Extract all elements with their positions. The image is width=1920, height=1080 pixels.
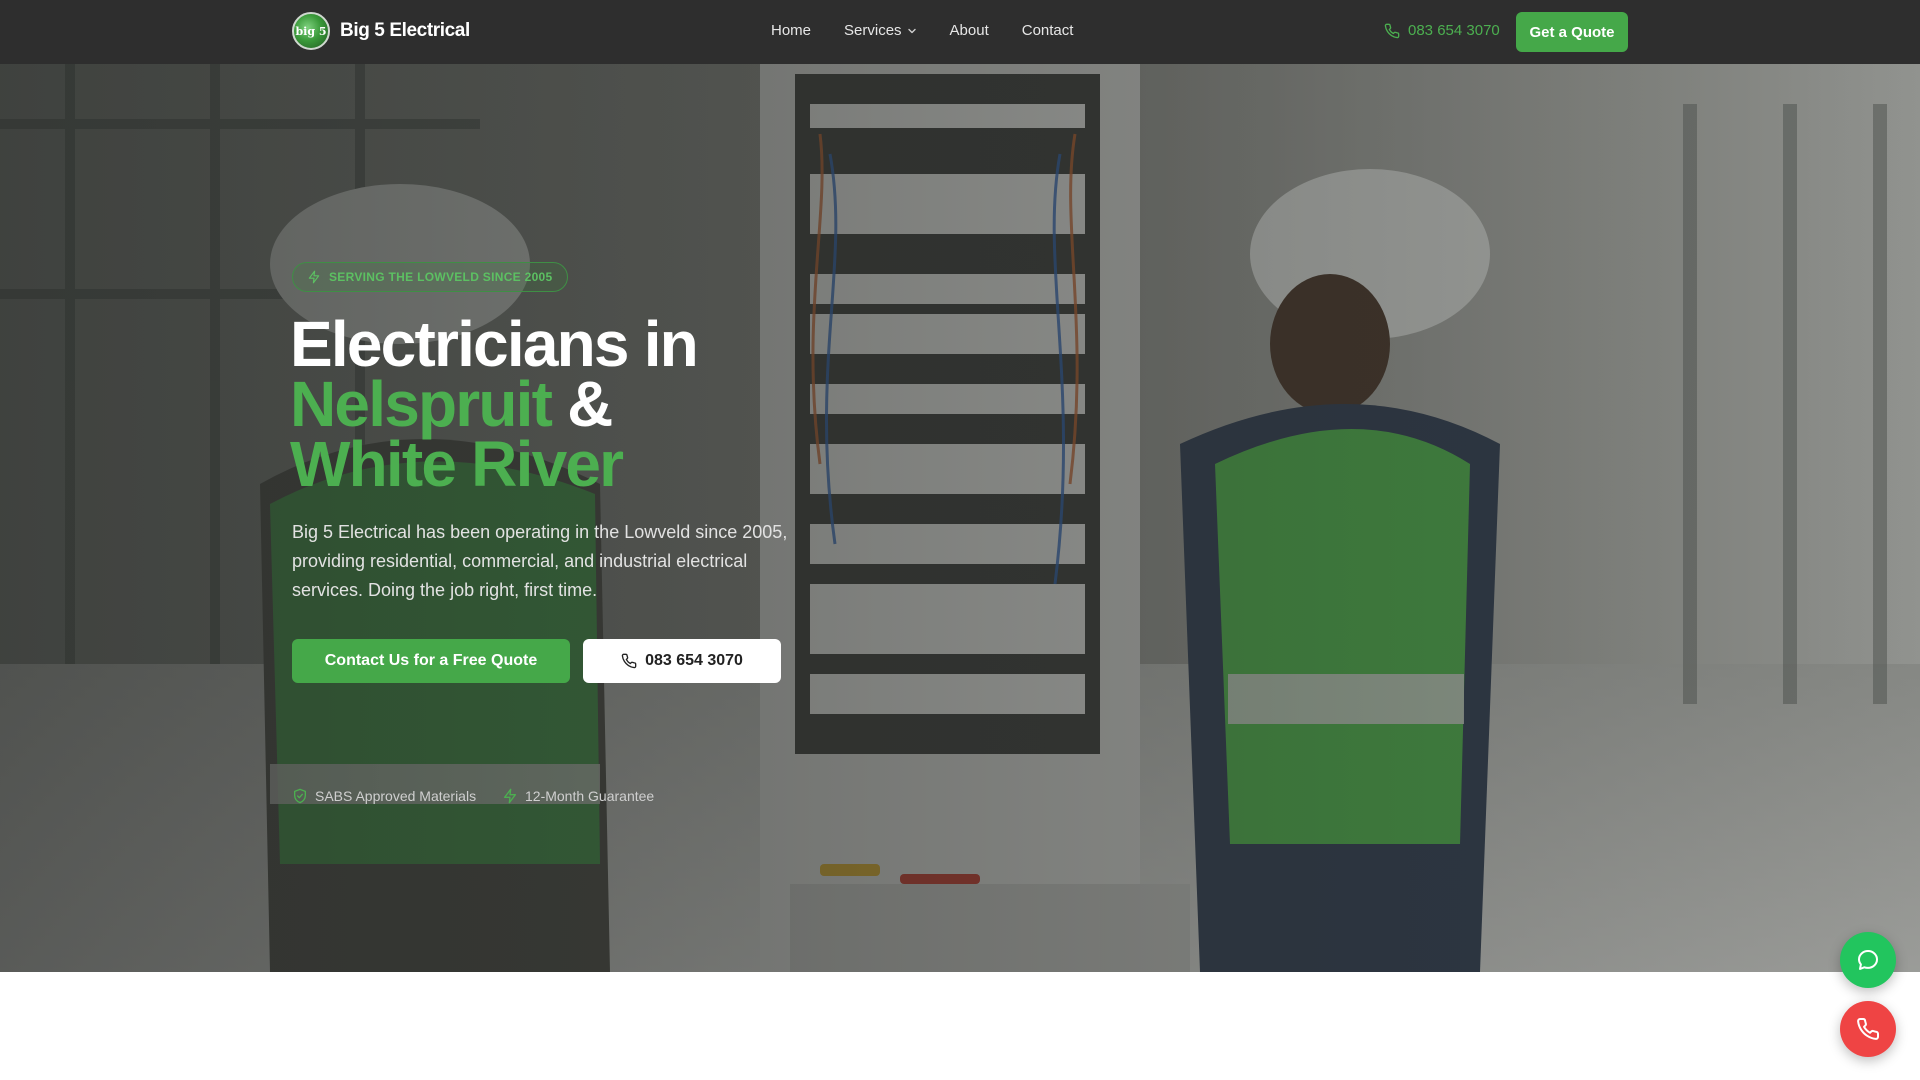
hero-badge: SERVING THE LOWVELD SINCE 2005 bbox=[292, 262, 568, 292]
hero-overlay bbox=[0, 64, 1920, 972]
call-button[interactable] bbox=[1840, 1001, 1896, 1057]
nav-services[interactable]: Services bbox=[844, 22, 917, 39]
nav-contact[interactable]: Contact bbox=[1022, 22, 1074, 39]
phone-icon bbox=[1384, 23, 1400, 38]
free-quote-button[interactable]: Contact Us for a Free Quote bbox=[292, 639, 570, 683]
chevron-down-icon bbox=[907, 28, 916, 33]
nav-about[interactable]: About bbox=[950, 22, 989, 39]
trust-item-guarantee: 12-Month Guarantee bbox=[502, 788, 654, 804]
phone-icon bbox=[621, 653, 637, 669]
headline-highlight-white-river: White River bbox=[290, 428, 624, 500]
chat-button[interactable] bbox=[1840, 932, 1896, 988]
logo: big 5 bbox=[292, 12, 330, 50]
bolt-icon bbox=[308, 270, 320, 284]
nav-home[interactable]: Home bbox=[771, 22, 811, 39]
trust-item-guarantee-label: 12-Month Guarantee bbox=[525, 788, 655, 804]
bolt-icon bbox=[504, 788, 516, 804]
get-quote-button[interactable]: Get a Quote bbox=[1516, 12, 1628, 52]
phone-icon bbox=[1857, 1017, 1880, 1040]
main-nav: Home Services About Contact bbox=[771, 22, 1073, 39]
call-phone-number: 083 654 3070 bbox=[645, 652, 743, 669]
brand-name: Big 5 Electrical bbox=[340, 20, 470, 41]
header-phone-number: 083 654 3070 bbox=[1408, 22, 1500, 39]
site-header: big 5 Big 5 Electrical Home Services Abo… bbox=[0, 0, 1920, 64]
nav-about-label: About bbox=[949, 22, 989, 39]
hero-badge-text: SERVING THE LOWVELD SINCE 2005 bbox=[329, 270, 553, 284]
call-phone-button[interactable]: 083 654 3070 bbox=[583, 639, 781, 683]
hero-section: SERVING THE LOWVELD SINCE 2005 Electrici… bbox=[0, 64, 1920, 972]
chat-icon bbox=[1858, 950, 1878, 970]
trust-item-sabs-label: SABS Approved Materials bbox=[315, 788, 477, 804]
nav-contact-label: Contact bbox=[1021, 22, 1074, 39]
shield-icon bbox=[294, 788, 306, 804]
brand[interactable]: big 5 Big 5 Electrical bbox=[292, 12, 470, 50]
header-phone-link[interactable]: 083 654 3070 bbox=[1384, 22, 1500, 39]
nav-home-label: Home bbox=[771, 22, 812, 39]
hero-headline: Electricians in Nelspruit & White River bbox=[290, 312, 699, 496]
nav-services-label: Services bbox=[844, 22, 902, 39]
hero-description: Big 5 Electrical has been operating in t… bbox=[292, 522, 788, 600]
trust-item-sabs: SABS Approved Materials bbox=[292, 788, 476, 804]
